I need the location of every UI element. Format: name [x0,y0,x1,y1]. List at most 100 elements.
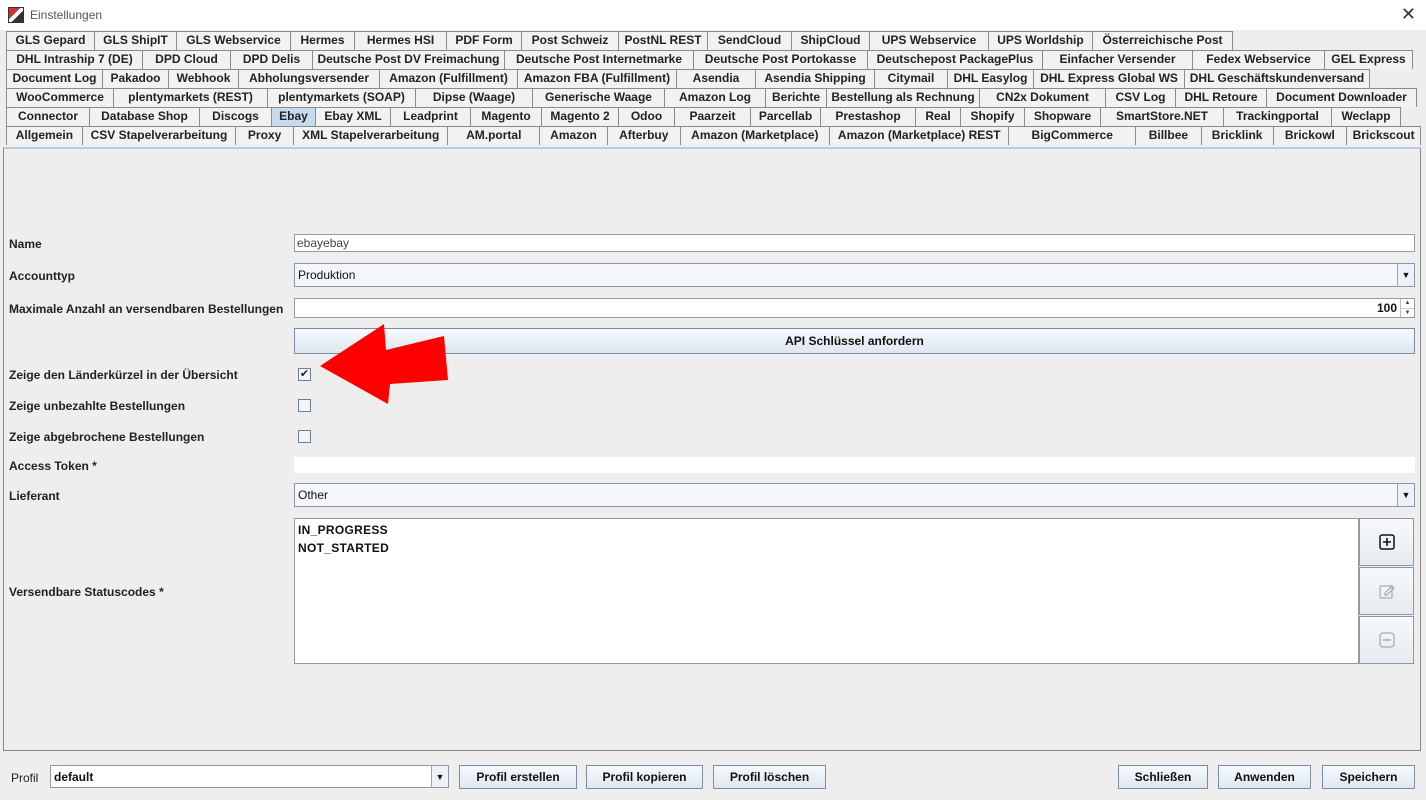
access-token-input[interactable] [294,457,1415,473]
tab-cn2x-dokument[interactable]: CN2x Dokument [979,88,1106,107]
apply-button[interactable]: Anwenden [1218,765,1311,789]
tab-shopware[interactable]: Shopware [1024,107,1101,126]
show-unpaid-checkbox[interactable] [298,399,311,412]
tab-allgemein[interactable]: Allgemein [6,126,83,145]
tab-gls-webservice[interactable]: GLS Webservice [176,31,291,50]
tab-shipcloud[interactable]: ShipCloud [791,31,870,50]
max-orders-value[interactable]: 100 [295,299,1400,317]
tab-paarzeit[interactable]: Paarzeit [674,107,751,126]
chevron-down-icon[interactable]: ▼ [431,766,448,787]
tab-bestellung-als-rechnung[interactable]: Bestellung als Rechnung [826,88,980,107]
tab-asendia[interactable]: Asendia [676,69,756,88]
tab-gls-shipit[interactable]: GLS ShipIT [94,31,177,50]
delete-profile-button[interactable]: Profil löschen [713,765,826,789]
tab-document-downloader[interactable]: Document Downloader [1266,88,1417,107]
tab-bricklink[interactable]: Bricklink [1200,126,1274,145]
tab-ups-webservice[interactable]: UPS Webservice [869,31,989,50]
spin-up-icon[interactable]: ▲ [1401,299,1414,309]
tab-fedex-webservice[interactable]: Fedex Webservice [1192,50,1325,69]
tab-dhl-retoure[interactable]: DHL Retoure [1175,88,1267,107]
tab-dpd-delis[interactable]: DPD Delis [230,50,313,69]
tab-shopify[interactable]: Shopify [960,107,1025,126]
tab-webhook[interactable]: Webhook [168,69,239,88]
show-country-code-checkbox[interactable]: ✔ [298,368,311,381]
tab-dipse-waage[interactable]: Dipse (Waage) [415,88,533,107]
copy-profile-button[interactable]: Profil kopieren [586,765,703,789]
tab-amazon-marketplace[interactable]: Amazon (Marketplace) [679,126,831,145]
tab-citymail[interactable]: Citymail [874,69,948,88]
accounttyp-select[interactable]: Produktion ▼ [294,263,1415,287]
tab-dhl-geschäftskundenversand[interactable]: DHL Geschäftskundenversand [1184,69,1370,88]
tab-afterbuy[interactable]: Afterbuy [606,126,681,145]
tab-csv-stapelverarbeitung[interactable]: CSV Stapelverarbeitung [81,126,237,145]
lieferant-select[interactable]: Other ▼ [294,483,1415,507]
add-status-button[interactable] [1359,518,1414,566]
tab-generische-waage[interactable]: Generische Waage [532,88,665,107]
tab-dpd-cloud[interactable]: DPD Cloud [142,50,231,69]
tab-woocommerce[interactable]: WooCommerce [6,88,114,107]
tab-österreichische-post[interactable]: Österreichische Post [1092,31,1233,50]
tab-magento-2[interactable]: Magento 2 [541,107,619,126]
tab-einfacher-versender[interactable]: Einfacher Versender [1042,50,1193,69]
tab-ups-worldship[interactable]: UPS Worldship [988,31,1093,50]
name-input[interactable]: ebayebay [294,234,1415,252]
tab-abholungsversender[interactable]: Abholungsversender [238,69,380,88]
tab-pdf-form[interactable]: PDF Form [446,31,522,50]
tab-am-portal[interactable]: AM.portal [447,126,541,145]
list-item[interactable]: IN_PROGRESS [297,521,1356,539]
tab-pakadoo[interactable]: Pakadoo [102,69,169,88]
tab-postnl-rest[interactable]: PostNL REST [618,31,708,50]
tab-amazon[interactable]: Amazon [539,126,608,145]
tab-weclapp[interactable]: Weclapp [1331,107,1401,126]
tab-amazon-fba-fulfillment[interactable]: Amazon FBA (Fulfillment) [517,69,677,88]
tab-gls-gepard[interactable]: GLS Gepard [6,31,95,50]
tab-smartstore-net[interactable]: SmartStore.NET [1100,107,1224,126]
tab-document-log[interactable]: Document Log [6,69,103,88]
tab-connector[interactable]: Connector [6,107,90,126]
max-orders-stepper[interactable]: 100 ▲ ▼ [294,298,1415,318]
remove-status-button[interactable] [1359,616,1414,664]
tab-post-schweiz[interactable]: Post Schweiz [521,31,619,50]
chevron-down-icon[interactable]: ▼ [1397,484,1414,506]
tab-odoo[interactable]: Odoo [618,107,675,126]
tab-ebay-xml[interactable]: Ebay XML [315,107,391,126]
edit-status-button[interactable] [1359,567,1414,615]
chevron-down-icon[interactable]: ▼ [1397,264,1414,286]
close-button[interactable]: Schließen [1118,765,1208,789]
tab-magento[interactable]: Magento [470,107,542,126]
tab-deutsche-post-dv-freimachung[interactable]: Deutsche Post DV Freimachung [312,50,505,69]
show-cancelled-checkbox[interactable] [298,430,311,443]
tab-sendcloud[interactable]: SendCloud [707,31,792,50]
tab-prestashop[interactable]: Prestashop [820,107,916,126]
create-profile-button[interactable]: Profil erstellen [459,765,577,789]
tab-deutsche-post-portokasse[interactable]: Deutsche Post Portokasse [693,50,868,69]
api-key-button[interactable]: API Schlüssel anfordern [294,328,1415,354]
tab-hermes-hsi[interactable]: Hermes HSI [354,31,447,50]
tab-xml-stapelverarbeitung[interactable]: XML Stapelverarbeitung [292,126,449,145]
list-item[interactable]: NOT_STARTED [297,539,1356,557]
tab-leadprint[interactable]: Leadprint [390,107,471,126]
tab-dhl-express-global-ws[interactable]: DHL Express Global WS [1033,69,1185,88]
tab-deutschepost-packageplus[interactable]: Deutschepost PackagePlus [867,50,1043,69]
tab-bigcommerce[interactable]: BigCommerce [1008,126,1136,145]
profil-select[interactable]: default ▼ [50,765,449,788]
tab-hermes[interactable]: Hermes [290,31,355,50]
tab-berichte[interactable]: Berichte [765,88,827,107]
tab-amazon-log[interactable]: Amazon Log [664,88,766,107]
tab-dhl-easylog[interactable]: DHL Easylog [947,69,1034,88]
save-button[interactable]: Speichern [1322,765,1415,789]
tab-trackingportal[interactable]: Trackingportal [1223,107,1332,126]
tab-gel-express[interactable]: GEL Express [1324,50,1413,69]
tab-real[interactable]: Real [915,107,961,126]
tab-discogs[interactable]: Discogs [199,107,272,126]
spin-down-icon[interactable]: ▼ [1401,309,1414,318]
tab-dhl-intraship-7-de[interactable]: DHL Intraship 7 (DE) [6,50,143,69]
status-codes-list[interactable]: IN_PROGRESS NOT_STARTED [294,518,1359,664]
tab-brickowl[interactable]: Brickowl [1272,126,1348,145]
tab-brickscout[interactable]: Brickscout [1346,126,1421,145]
tab-proxy[interactable]: Proxy [235,126,294,145]
tab-amazon-fulfillment[interactable]: Amazon (Fulfillment) [379,69,518,88]
tab-csv-log[interactable]: CSV Log [1105,88,1176,107]
tab-plentymarkets-soap[interactable]: plentymarkets (SOAP) [267,88,416,107]
tab-billbee[interactable]: Billbee [1135,126,1202,145]
